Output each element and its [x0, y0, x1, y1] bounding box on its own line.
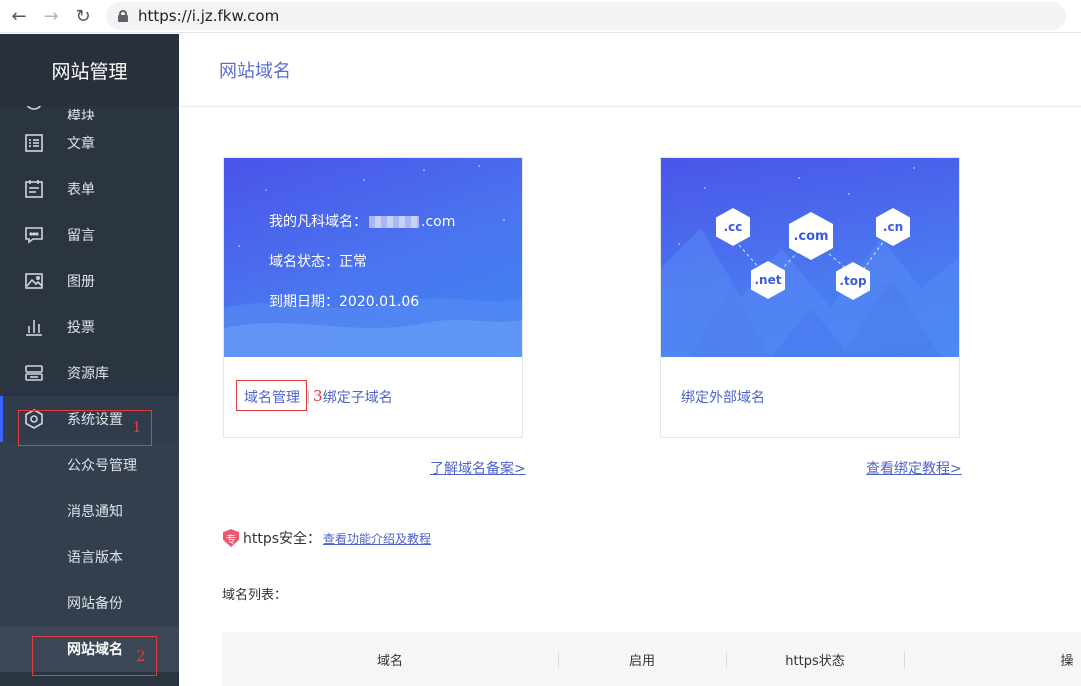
sidebar-item-label: 表单 [67, 182, 95, 198]
sidebar-item-album[interactable]: 图册 [0, 258, 179, 304]
domain-expiry: 到期日期：2020.01.06 [269, 294, 420, 310]
shield-icon: 专 [223, 529, 239, 547]
column-header-domain: 域名 [376, 653, 403, 669]
sidebar-item-vote[interactable]: 投票 [0, 304, 179, 350]
external-domain-banner: .cc .com .cn .net .top [661, 158, 959, 357]
bind-subdomain-link[interactable]: 绑定子域名 [323, 387, 393, 407]
column-header-https-status: https状态 [785, 653, 845, 669]
column-divider [904, 652, 905, 668]
sidebar-item-label: 模块 [67, 109, 95, 120]
sidebar-subitem-label: 语言版本 [67, 550, 123, 566]
domain-info: 我的凡科域名： .com [269, 211, 455, 231]
module-icon [23, 106, 45, 120]
reload-icon[interactable]: ↻ [70, 3, 96, 29]
back-icon[interactable]: ← [6, 3, 32, 29]
sidebar-item-label: 投票 [67, 320, 95, 336]
sidebar-subitem-label: 公众号管理 [67, 458, 137, 474]
forward-icon[interactable]: → [38, 3, 64, 29]
sidebar-subitem-backup[interactable]: 网站备份 [0, 580, 179, 626]
annotation-number-2: 2 [136, 647, 146, 665]
resource-icon [23, 362, 45, 384]
sidebar-item-label: 图册 [67, 274, 95, 290]
sidebar-item-label: 文章 [67, 136, 95, 152]
annotation-number-3: 3 [313, 387, 323, 405]
sidebar-subitem-wechat[interactable]: 公众号管理 [0, 442, 179, 488]
form-icon [23, 178, 45, 200]
album-icon [23, 270, 45, 292]
annotation-number-1: 1 [132, 418, 142, 436]
learn-domain-filing-link[interactable]: 了解域名备案> [430, 458, 526, 478]
vote-icon [23, 316, 45, 338]
https-security-row: 专 https安全： 查看功能介绍及教程 [223, 528, 431, 548]
sidebar-subitem-notifications[interactable]: 消息通知 [0, 488, 179, 534]
my-domain-banner: 我的凡科域名： .com 域名状态：正常 到期日期：2020.01.06 [224, 158, 522, 357]
sidebar-item-form[interactable]: 表单 [0, 166, 179, 212]
lock-icon [118, 10, 128, 22]
sidebar: 网站管理 模块 文章 表单 留言 图册 投票 资源库 系统设置 公众号管理 消息… [0, 34, 179, 686]
browser-toolbar: ← → ↻ https://i.jz.fkw.com [0, 0, 1081, 33]
redacted-domain [369, 216, 419, 228]
column-header-enabled: 启用 [628, 653, 655, 669]
main-header: 网站域名 [179, 34, 1081, 107]
sidebar-item-article[interactable]: 文章 [0, 120, 179, 166]
sidebar-title: 网站管理 [0, 34, 179, 106]
sidebar-item-module[interactable]: 模块 [0, 106, 179, 120]
bind-external-domain-link[interactable]: 绑定外部域名 [681, 387, 765, 407]
sidebar-item-message[interactable]: 留言 [0, 212, 179, 258]
sidebar-item-resource[interactable]: 资源库 [0, 350, 179, 396]
annotation-box-3 [236, 380, 307, 411]
domain-list-label: 域名列表： [222, 588, 288, 603]
external-domain-card: .cc .com .cn .net .top 绑定外部域名 [660, 157, 960, 438]
message-icon [23, 224, 45, 246]
main-content: 网站域名 我的凡科域名： .com 域名状态：正常 到期日期：2020.01.06… [179, 34, 1081, 686]
article-icon [23, 132, 45, 154]
url-text: https://i.jz.fkw.com [138, 7, 280, 25]
address-bar[interactable]: https://i.jz.fkw.com [106, 2, 1066, 30]
page-title: 网站域名 [219, 61, 291, 82]
domain-suffix: .com [421, 214, 456, 230]
sidebar-subitem-language[interactable]: 语言版本 [0, 534, 179, 580]
sidebar-subitem-label: 网站备份 [67, 596, 123, 612]
external-domain-card-footer: 绑定外部域名 [661, 357, 959, 437]
view-binding-tutorial-link[interactable]: 查看绑定教程> [866, 458, 962, 478]
column-header-actions: 操 [1060, 653, 1074, 669]
sidebar-item-label: 资源库 [67, 366, 109, 382]
https-label: https安全： [243, 531, 322, 547]
domain-table-header: 域名 启用 https状态 操 [222, 632, 1081, 686]
https-tutorial-link[interactable]: 查看功能介绍及教程 [323, 530, 431, 547]
domain-status: 域名状态：正常 [269, 254, 367, 270]
sidebar-item-label: 留言 [67, 228, 95, 244]
sidebar-subitem-label: 消息通知 [67, 504, 123, 520]
domain-label: 我的凡科域名： [269, 214, 367, 230]
